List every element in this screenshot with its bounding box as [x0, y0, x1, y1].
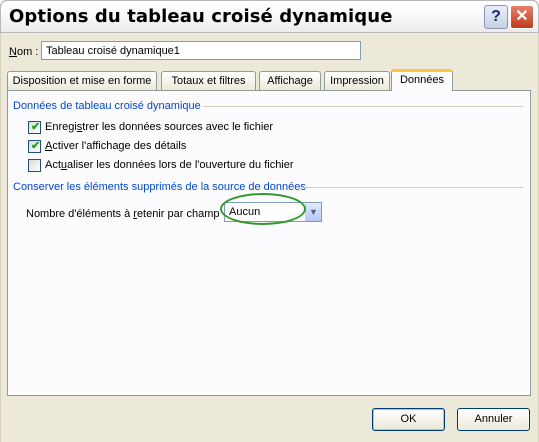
tab-donnees[interactable]: Données: [391, 69, 453, 91]
help-button[interactable]: ?: [484, 5, 508, 29]
checkbox-box[interactable]: ✔: [28, 140, 41, 153]
dialog-body: Nom : Disposition et mise en forme Totau…: [0, 33, 539, 442]
checkbox-box[interactable]: ✔: [28, 121, 41, 134]
name-label: Nom :: [9, 46, 39, 58]
close-button[interactable]: ✕: [510, 5, 534, 29]
section-title-conserver: Conserver les éléments supprimés de la s…: [13, 181, 306, 193]
tab-disposition[interactable]: Disposition et mise en forme: [7, 71, 157, 90]
tab-totaux-filtres[interactable]: Totaux et filtres: [161, 71, 256, 90]
tab-affichage[interactable]: Affichage: [259, 71, 321, 90]
section-divider: [304, 187, 523, 188]
dialog-title: Options du tableau croisé dynamique: [9, 6, 393, 27]
title-bar: Options du tableau croisé dynamique ? ✕: [0, 0, 539, 33]
question-icon: ?: [491, 8, 501, 25]
tab-impression[interactable]: Impression: [324, 71, 390, 90]
highlight-ellipse: [220, 193, 306, 225]
tab-panel-donnees: Données de tableau croisé dynamique ✔ En…: [7, 90, 531, 396]
checkbox-label: Enregistrer les données sources avec le …: [45, 121, 274, 133]
checkmark-icon: ✔: [31, 121, 41, 133]
chevron-down-icon[interactable]: ▼: [305, 203, 321, 221]
section-divider: [203, 106, 523, 107]
name-input[interactable]: [41, 41, 361, 60]
checkbox-label: Activer l'affichage des détails: [45, 140, 187, 152]
retain-items-label: Nombre d'éléments à retenir par champ: [26, 208, 220, 220]
checkbox-label: Actualiser les données lors de l'ouvertu…: [45, 159, 294, 171]
cancel-button[interactable]: Annuler: [457, 408, 530, 431]
checkmark-icon: ✔: [31, 140, 41, 152]
dialog-window: Options du tableau croisé dynamique ? ✕ …: [0, 0, 539, 442]
ok-button[interactable]: OK: [372, 408, 445, 431]
close-icon: ✕: [515, 8, 529, 25]
section-title-donnees: Données de tableau croisé dynamique: [13, 100, 201, 112]
checkbox-box[interactable]: [28, 159, 41, 172]
